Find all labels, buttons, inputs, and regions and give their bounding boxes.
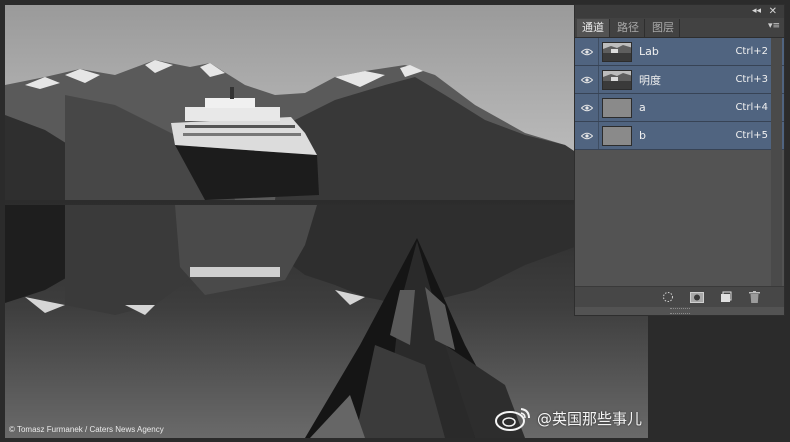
photo-credit: © Tomasz Furmanek / Caters News Agency (9, 425, 164, 434)
channel-name: 明度 (639, 73, 661, 87)
panel-scrollbar[interactable] (771, 38, 782, 291)
visibility-toggle[interactable] (575, 122, 599, 149)
panel-bottom-toolbar (575, 286, 784, 307)
tab-paths[interactable]: 路径 (612, 19, 645, 37)
image-canvas[interactable]: © Tomasz Furmanek / Caters News Agency @… (5, 5, 648, 438)
channel-name: a (639, 101, 646, 114)
eye-icon (580, 132, 593, 139)
visibility-toggle[interactable] (575, 94, 599, 121)
new-channel-icon[interactable] (718, 291, 733, 304)
channel-list: Lab Ctrl+2 明度 Ctrl+3 a Ctrl+4 b Ctrl+5 (575, 38, 784, 150)
delete-channel-icon[interactable] (747, 291, 762, 304)
channel-name: Lab (639, 45, 659, 58)
channel-thumbnail (602, 97, 632, 118)
channels-panel: ◂◂ ✕ 通道 路径 图层 ▾≡ Lab Ctrl+2 明度 Ctrl+3 a … (574, 4, 785, 316)
channel-thumbnail (602, 69, 632, 90)
channel-name: b (639, 129, 646, 142)
save-mask-icon[interactable] (689, 291, 704, 304)
visibility-toggle[interactable] (575, 38, 599, 65)
weibo-watermark: @英国那些事儿 (493, 404, 642, 432)
tab-layers[interactable]: 图层 (647, 19, 680, 37)
close-icon[interactable]: ✕ (769, 5, 777, 18)
weibo-logo-icon (494, 408, 530, 431)
double-chevron-left-icon[interactable]: ◂◂ (752, 5, 761, 18)
load-selection-icon[interactable] (660, 291, 675, 304)
channel-row-b[interactable]: b Ctrl+5 (575, 122, 784, 150)
eye-icon (580, 104, 593, 111)
photo-fjord-kayak (5, 5, 648, 438)
panel-resize-grip[interactable] (670, 308, 690, 314)
panel-tabs: 通道 路径 图层 ▾≡ (575, 18, 784, 38)
channel-thumbnail (602, 125, 632, 146)
tab-channels[interactable]: 通道 (577, 19, 610, 37)
channel-row-a[interactable]: a Ctrl+4 (575, 94, 784, 122)
panel-title-bar[interactable]: ◂◂ ✕ (575, 5, 784, 18)
visibility-toggle[interactable] (575, 66, 599, 93)
channel-shortcut: Ctrl+5 (735, 130, 768, 141)
channel-row-lab[interactable]: Lab Ctrl+2 (575, 38, 784, 66)
panel-menu-icon[interactable]: ▾≡ (768, 21, 780, 31)
channel-shortcut: Ctrl+4 (735, 102, 768, 113)
channel-shortcut: Ctrl+2 (735, 46, 768, 57)
watermark-text: @英国那些事儿 (536, 409, 642, 428)
eye-icon (580, 48, 593, 55)
channel-thumbnail (602, 41, 632, 62)
eye-icon (580, 76, 593, 83)
channel-shortcut: Ctrl+3 (735, 74, 768, 85)
channel-row-lightness[interactable]: 明度 Ctrl+3 (575, 66, 784, 94)
